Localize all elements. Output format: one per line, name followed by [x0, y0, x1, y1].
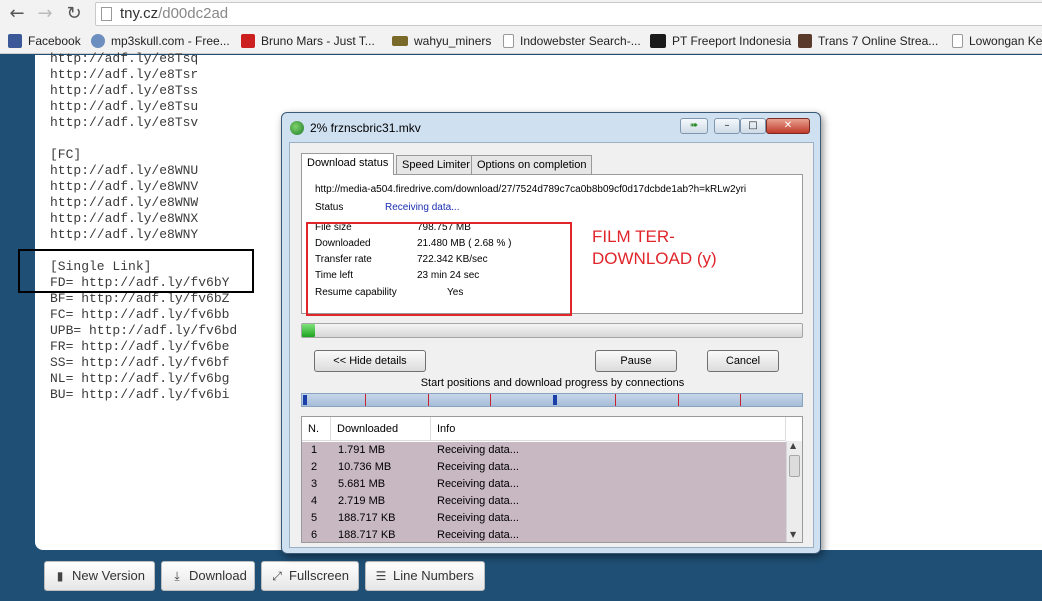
scroll-up-icon[interactable]: ▲ [790, 441, 796, 450]
column-header-n[interactable]: N. [302, 417, 331, 441]
bookmark-indowebster[interactable]: Indowebster Search-... [503, 32, 641, 50]
pause-button[interactable]: Pause [595, 350, 677, 372]
connection-tick [365, 394, 366, 406]
wahyu-miners-icon [392, 36, 408, 46]
table-row[interactable]: 1 1.791 MB Receiving data... [302, 442, 786, 459]
tab-download-status[interactable]: Download status [301, 153, 395, 175]
expand-icon: ⤢ [272, 569, 282, 583]
trans7-icon [798, 34, 812, 48]
bookmark-mp3skull[interactable]: mp3skull.com - Free... [91, 32, 230, 50]
download-dialog: 2% frznscbric31.mkv ➠ – □ ✕ Download sta… [281, 112, 821, 554]
new-version-button[interactable]: ▮ New Version [44, 561, 155, 591]
facebook-icon [8, 34, 22, 48]
highlight-box [18, 249, 254, 293]
list-icon: ☰ [375, 569, 387, 583]
maximize-icon[interactable]: □ [740, 118, 766, 134]
connection-segment [303, 395, 307, 405]
bookmark-bruno-mars[interactable]: Bruno Mars - Just T... [241, 32, 375, 50]
scroll-thumb[interactable] [789, 455, 800, 477]
cancel-button[interactable]: Cancel [707, 350, 779, 372]
table-row[interactable]: 6 188.717 KB Receiving data... [302, 527, 786, 542]
download-icon: ⤓ [174, 569, 180, 583]
status-value: Receiving data... [385, 202, 460, 213]
bookmark-lowongan[interactable]: Lowongan Ke [952, 32, 1042, 50]
dialog-title: 2% frznscbric31.mkv [310, 121, 421, 135]
progress-fill [302, 324, 316, 337]
column-header-info[interactable]: Info [431, 417, 786, 441]
connection-segment [553, 395, 557, 405]
table-row[interactable]: 5 188.717 KB Receiving data... [302, 510, 786, 527]
address-url[interactable]: tny.cz/d00dc2ad [120, 5, 228, 22]
page-icon [101, 7, 112, 21]
minimize-icon[interactable]: – [714, 118, 740, 134]
tab-speed-limiter[interactable]: Speed Limiter [396, 155, 476, 174]
line-numbers-button[interactable]: ☰ Line Numbers [365, 561, 485, 591]
connections-table: N. Downloaded Info 1 1.791 MB Receiving da… [301, 416, 803, 543]
address-bar[interactable]: tny.cz/d00dc2ad [95, 2, 1042, 26]
hide-details-button[interactable]: << Hide details [314, 350, 426, 372]
connections-bar [301, 393, 803, 407]
idm-icon [290, 121, 304, 135]
file-icon: ▮ [56, 569, 64, 583]
tab-options-on-completion[interactable]: Options on completion [471, 155, 593, 174]
download-url: http://media-a504.firedrive.com/download… [315, 184, 747, 195]
annotation-text: FILM TER- DOWNLOAD (y) [592, 227, 717, 268]
forward-arrow-icon[interactable]: → [34, 3, 56, 25]
youtube-icon [241, 34, 255, 48]
column-header-downloaded[interactable]: Downloaded [331, 417, 431, 441]
mp3skull-icon [91, 34, 105, 48]
dialog-body: Download status Speed Limiter Options on… [289, 142, 814, 548]
arrow-icon[interactable]: ➠ [680, 118, 708, 134]
table-row[interactable]: 3 5.681 MB Receiving data... [302, 476, 786, 493]
connection-tick [490, 394, 491, 406]
back-arrow-icon[interactable]: ← [6, 3, 28, 25]
connections-label: Start positions and download progress by… [420, 377, 685, 389]
paste-text: http://adf.ly/e8Tsq http://adf.ly/e8Tsr … [50, 51, 238, 402]
table-row[interactable]: 4 2.719 MB Receiving data... [302, 493, 786, 510]
download-button[interactable]: ⤓ Download [161, 561, 255, 591]
connection-tick [678, 394, 679, 406]
freeport-icon [650, 34, 666, 48]
bookmark-wahyu-miners[interactable]: wahyu_miners [392, 32, 491, 50]
scroll-down-icon[interactable]: ▼ [790, 530, 796, 539]
page-icon [503, 34, 514, 48]
bookmark-freeport[interactable]: PT Freeport Indonesia [650, 32, 791, 50]
table-scrollbar[interactable]: ▲ ▼ [786, 441, 802, 542]
annotation-box [306, 222, 572, 316]
table-row[interactable]: 2 10.736 MB Receiving data... [302, 459, 786, 476]
download-progress-bar [301, 323, 803, 338]
browser-toolbar: ← → ↻ tny.cz/d00dc2ad [0, 0, 1042, 29]
connection-tick [740, 394, 741, 406]
reload-icon[interactable]: ↻ [63, 3, 85, 25]
fullscreen-button[interactable]: ⤢ Fullscreen [261, 561, 359, 591]
connection-tick [615, 394, 616, 406]
page-icon [952, 34, 963, 48]
close-icon[interactable]: ✕ [766, 118, 810, 134]
status-label: Status [315, 202, 344, 213]
download-status-panel: http://media-a504.firedrive.com/download… [301, 174, 803, 316]
bookmark-trans7[interactable]: Trans 7 Online Strea... [798, 32, 938, 50]
bookmark-facebook[interactable]: Facebook [8, 32, 81, 50]
connection-tick [428, 394, 429, 406]
